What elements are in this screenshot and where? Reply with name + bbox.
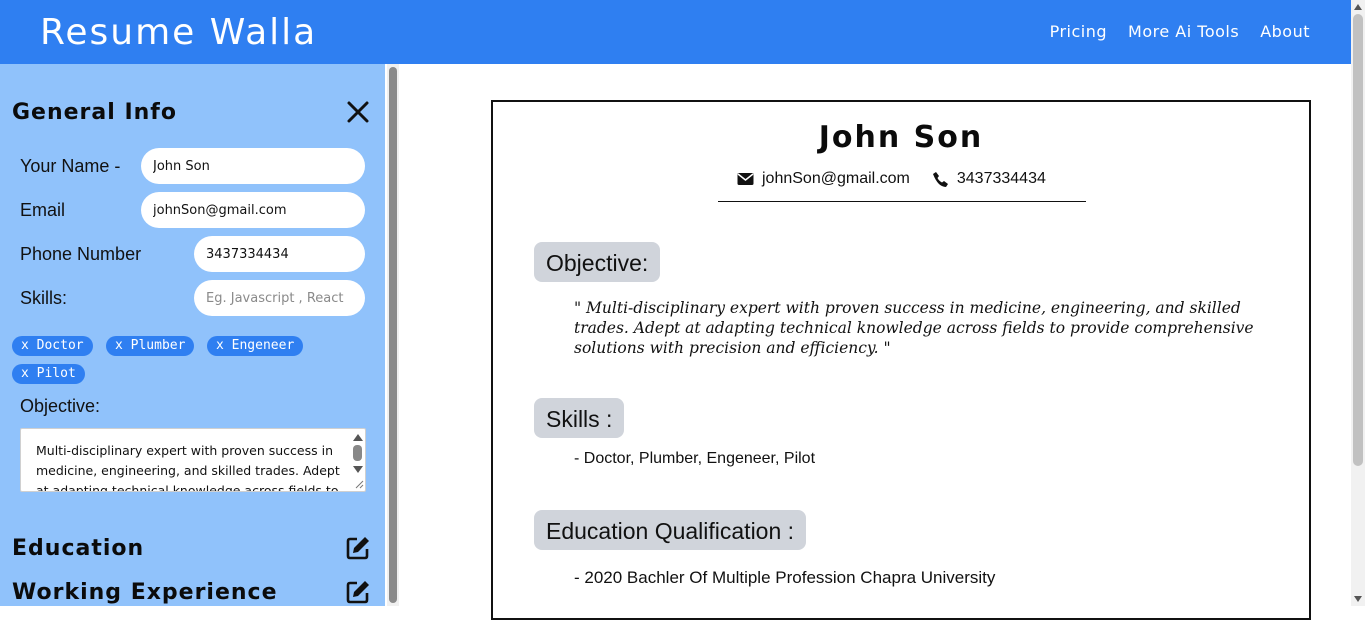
objective-textarea-text: Multi-disciplinary expert with proven su… xyxy=(36,443,340,492)
phone-label: Phone Number xyxy=(20,244,142,264)
working-experience-title: Working Experience xyxy=(12,580,278,605)
skills-heading: Skills : xyxy=(534,398,625,438)
skills-label: Skills: xyxy=(20,288,68,308)
name-input[interactable] xyxy=(141,148,365,184)
name-label: Your Name - xyxy=(20,156,121,176)
envelope-icon xyxy=(737,173,754,185)
skill-chip-pilot[interactable]: x Pilot xyxy=(12,364,85,384)
contact-email: johnSon@gmail.com xyxy=(737,170,910,188)
skill-chip-engeneer[interactable]: x Engeneer xyxy=(207,336,304,356)
phone-input[interactable] xyxy=(194,236,365,272)
education-section-title: Education xyxy=(12,536,145,561)
resume-preview: John Son johnSon@gmail.com 3437334434 Ob… xyxy=(491,100,1311,620)
edit-icon[interactable] xyxy=(345,579,371,605)
contact-divider xyxy=(718,201,1086,202)
edit-icon[interactable] xyxy=(345,535,371,561)
resume-name: John Son xyxy=(818,120,984,155)
contact-email-text: johnSon@gmail.com xyxy=(762,170,910,187)
general-info-title: General Info xyxy=(12,100,177,125)
contact-phone-text: 3437334434 xyxy=(956,170,1046,187)
email-label: Email xyxy=(20,200,66,220)
resume-contact: johnSon@gmail.com 3437334434 xyxy=(737,170,1046,188)
page-scroll-down-icon[interactable] xyxy=(1354,596,1362,602)
phone-icon xyxy=(932,171,948,187)
resize-grip-icon[interactable] xyxy=(354,479,364,489)
sidebar-panel xyxy=(0,64,385,606)
page-scroll-up-icon[interactable] xyxy=(1354,4,1362,10)
objective-text: " Multi-disciplinary expert with proven … xyxy=(574,299,1254,357)
education-entry: - 2020 Bachler Of Multiple Profession Ch… xyxy=(574,568,996,587)
close-icon[interactable] xyxy=(346,100,370,124)
textarea-scroll-down-icon[interactable] xyxy=(353,466,363,473)
textarea-scroll-thumb[interactable] xyxy=(353,445,362,461)
objective-label: Objective: xyxy=(20,396,101,416)
objective-heading: Objective: xyxy=(534,242,661,282)
skills-list: - Doctor, Plumber, Engeneer, Pilot xyxy=(574,450,816,467)
textarea-scroll-up-icon[interactable] xyxy=(353,434,363,441)
skill-chip-doctor[interactable]: x Doctor xyxy=(12,336,93,356)
nav-more-ai-tools[interactable]: More Ai Tools xyxy=(1128,22,1239,41)
nav-links: Pricing More Ai Tools About xyxy=(1050,22,1310,41)
contact-phone: 3437334434 xyxy=(932,170,1046,188)
page-scrollbar-thumb[interactable] xyxy=(1353,14,1363,466)
skill-chip-plumber[interactable]: x Plumber xyxy=(106,336,195,356)
email-input[interactable] xyxy=(141,192,365,228)
objective-textarea[interactable]: Multi-disciplinary expert with proven su… xyxy=(20,428,366,492)
skills-input[interactable] xyxy=(194,280,365,316)
nav-pricing[interactable]: Pricing xyxy=(1050,22,1107,41)
sidebar-scrollbar-thumb[interactable] xyxy=(389,67,397,603)
top-navbar: Resume Walla Pricing More Ai Tools About xyxy=(0,0,1365,64)
nav-about[interactable]: About xyxy=(1260,22,1310,41)
education-heading: Education Qualification : xyxy=(534,510,807,550)
brand-logo[interactable]: Resume Walla xyxy=(40,12,317,53)
